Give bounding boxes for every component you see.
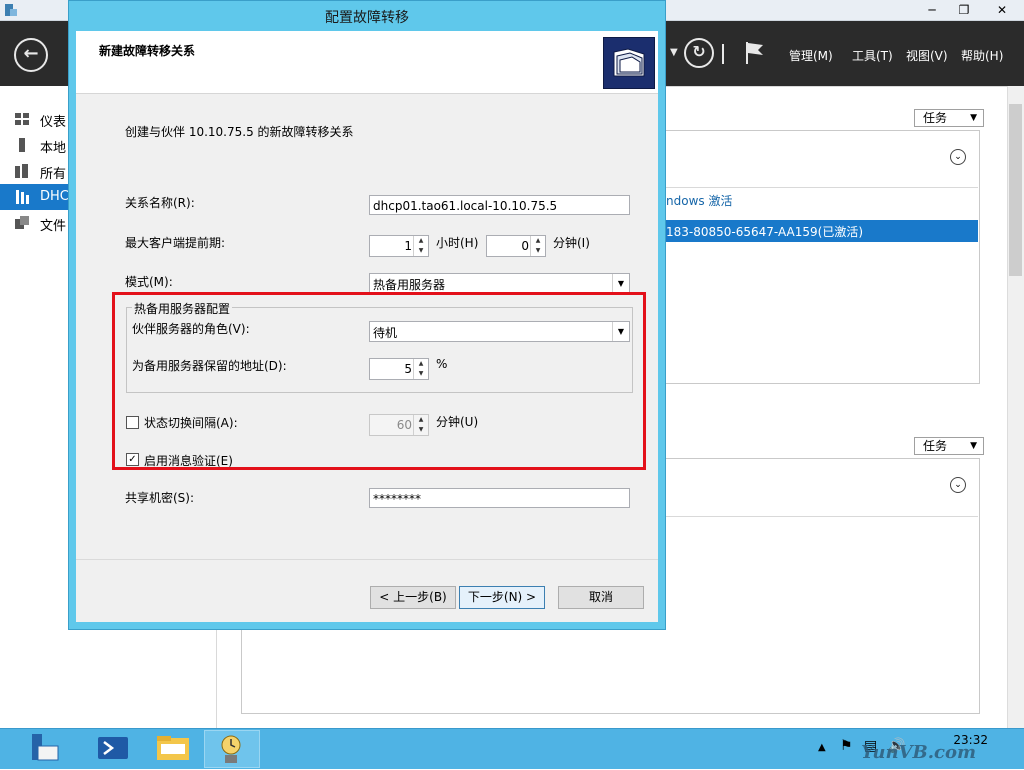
sidebar-item-label: 文件 <box>40 219 67 234</box>
shared-secret-input[interactable]: ******** <box>369 488 630 508</box>
sidebar-item-label: 所有 <box>40 167 67 182</box>
mode-select[interactable]: 热备用服务器 ▼ <box>369 273 630 294</box>
wizard-folder-icon <box>603 37 655 89</box>
mclt-minutes-value: 0 <box>521 239 529 253</box>
taskbar-powershell-button[interactable] <box>86 730 140 766</box>
chevron-down-icon: ▼ <box>612 274 629 293</box>
tasks-label: 任务 <box>923 111 948 125</box>
sidebar-item-label: 本地 <box>40 141 67 156</box>
restore-button[interactable]: ❐ <box>948 0 980 20</box>
panel-divider <box>664 187 978 188</box>
relationship-name-input[interactable]: dhcp01.tao61.local-10.10.75.5 <box>369 195 630 215</box>
windows-activation-link[interactable]: ndows 激活 <box>666 192 732 209</box>
menu-view[interactable]: 视图(V) <box>906 47 948 64</box>
action-center-flag-icon[interactable]: ⚑ <box>840 738 853 754</box>
menu-help[interactable]: 帮助(H) <box>961 47 1003 64</box>
dhcp-icon <box>16 190 29 204</box>
wizard-page-title: 新建故障转移关系 <box>99 44 196 58</box>
mclt-label: 最大客户端提前期: <box>125 236 226 250</box>
server-manager-icon <box>32 734 59 761</box>
product-id-text: 183-80850-65647-AA159(已激活) <box>666 225 863 239</box>
toolbar-divider <box>722 44 724 64</box>
servers-icon <box>15 164 28 178</box>
minimize-button[interactable]: ─ <box>916 0 948 20</box>
intro-text: 创建与伙伴 10.10.75.5 的新故障转移关系 <box>125 125 354 139</box>
hours-label: 小时(H) <box>436 236 479 250</box>
dropdown-arrow-icon[interactable]: ▼ <box>670 47 678 58</box>
spin-arrows-icon[interactable]: ▲ ▼ <box>413 236 428 256</box>
file-explorer-icon <box>157 736 189 760</box>
menu-manage[interactable]: 管理(M) <box>789 47 833 64</box>
server-manager-app-icon <box>5 4 17 16</box>
dashboard-icon <box>15 113 29 125</box>
tasks-dropdown-1[interactable]: 任务 ▼ <box>914 109 984 127</box>
tasks-dropdown-2[interactable]: 任务 ▼ <box>914 437 984 455</box>
panel-divider <box>663 516 978 517</box>
taskbar-dhcp-button[interactable] <box>204 730 260 768</box>
mclt-hours-stepper[interactable]: 1 ▲ ▼ <box>369 235 429 257</box>
spin-arrows-icon[interactable]: ▲ ▼ <box>530 236 545 256</box>
mclt-minutes-stepper[interactable]: 0 ▲ ▼ <box>486 235 546 257</box>
file-services-icon <box>15 216 29 229</box>
chevron-down-icon: ▼ <box>970 113 977 123</box>
expand-chevron-icon[interactable]: ⌄ <box>950 149 966 165</box>
notifications-flag-icon[interactable] <box>744 40 766 66</box>
site-watermark: YunVB.com <box>861 742 976 763</box>
relationship-name-label: 关系名称(R): <box>125 196 195 210</box>
sidebar-item-label: DHC <box>40 189 69 204</box>
taskbar-explorer-button[interactable] <box>146 730 200 766</box>
minutes-label: 分钟(I) <box>553 236 590 250</box>
mode-value: 热备用服务器 <box>373 278 446 292</box>
close-button[interactable]: ✕ <box>980 0 1024 20</box>
selected-row[interactable]: 183-80850-65647-AA159(已激活) <box>664 220 978 242</box>
next-button[interactable]: 下一步(N) > <box>459 586 545 609</box>
chevron-down-icon: ▼ <box>970 441 977 451</box>
content-divider <box>663 86 1007 87</box>
activation-panel <box>663 130 980 384</box>
scrollbar-thumb[interactable] <box>1009 104 1022 276</box>
refresh-icon[interactable]: ↻ <box>684 38 714 68</box>
dialog-title: 配置故障转移 <box>325 10 409 26</box>
mclt-hours-value: 1 <box>404 239 412 253</box>
shared-secret-label: 共享机密(S): <box>125 491 195 505</box>
back-arrow-icon[interactable]: ← <box>14 38 48 72</box>
dialog-footer: < 上一步(B) 下一步(N) > 取消 <box>76 559 658 622</box>
sidebar-item-label: 仪表 <box>40 115 67 130</box>
server-icon <box>19 138 25 152</box>
expand-chevron-icon[interactable]: ⌄ <box>950 477 966 493</box>
highlight-annotation-box <box>112 292 646 470</box>
dhcp-clock-icon <box>221 735 241 763</box>
taskbar-server-manager-button[interactable] <box>18 730 72 766</box>
tasks-label: 任务 <box>923 439 948 453</box>
cancel-button[interactable]: 取消 <box>558 586 644 609</box>
mode-label: 模式(M): <box>125 275 173 289</box>
menu-tools[interactable]: 工具(T) <box>852 47 893 64</box>
back-button[interactable]: < 上一步(B) <box>370 586 456 609</box>
show-hidden-icons-icon[interactable]: ▲ <box>818 742 826 753</box>
dialog-header: 新建故障转移关系 <box>76 31 658 94</box>
powershell-icon <box>98 737 128 759</box>
